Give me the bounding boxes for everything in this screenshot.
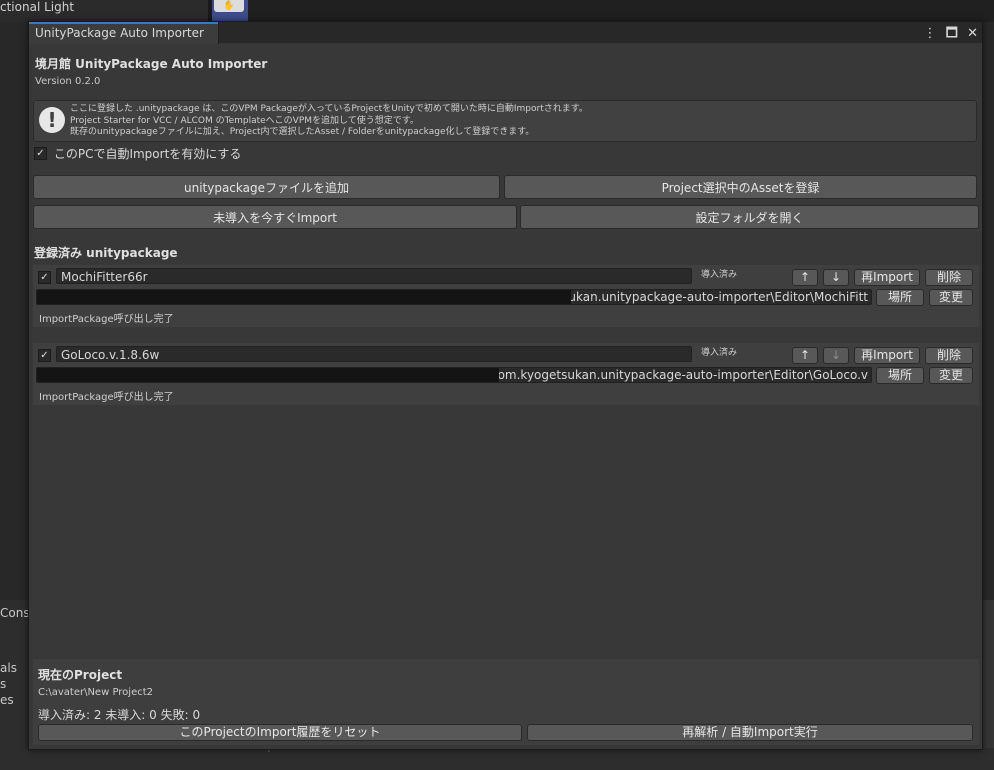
- move-down-button[interactable]: ↓: [823, 347, 849, 364]
- window-controls: ⋮ 🗖 ✕: [918, 24, 978, 46]
- redacted-path: [37, 290, 571, 304]
- project-item[interactable]: s: [0, 677, 6, 691]
- project-item[interactable]: es: [0, 693, 14, 707]
- locate-button[interactable]: 場所: [876, 367, 924, 384]
- entry-enabled-checkbox[interactable]: ✓: [38, 349, 51, 362]
- auto-import-label: このPCで自動Importを有効にする: [53, 147, 242, 161]
- import-now-button[interactable]: 未導入を今すぐImport: [33, 205, 517, 229]
- project-item[interactable]: als: [0, 661, 17, 675]
- tab-accent: [29, 22, 218, 24]
- reset-history-button[interactable]: このProjectのImport履歴をリセット: [38, 724, 522, 741]
- registered-heading: 登録済み unitypackage: [34, 246, 178, 260]
- register-selected-asset-button[interactable]: Project選択中のAssetを登録: [504, 175, 977, 199]
- entry-note: ImportPackage呼び出し完了: [39, 392, 174, 403]
- entry-status: 導入済み: [701, 270, 738, 280]
- project-browser-strip: [30, 748, 994, 770]
- package-name-field[interactable]: MochiFitter66r: [56, 268, 692, 284]
- entry-note: ImportPackage呼び出し完了: [39, 314, 174, 325]
- package-path-field[interactable]: getsukan.unitypackage-auto-importer\Edit…: [36, 289, 872, 305]
- open-settings-folder-button[interactable]: 設定フォルダを開く: [520, 205, 979, 229]
- entry-enabled-checkbox[interactable]: ✓: [38, 271, 51, 284]
- current-project-panel: 現在のProject C:\avater\New Project2 導入済み: …: [33, 659, 979, 745]
- version-label: Version 0.2.0: [35, 76, 101, 87]
- window-tab-title: UnityPackage Auto Importer: [35, 26, 204, 40]
- reimport-button[interactable]: 再Import: [854, 269, 920, 286]
- reanalyze-button[interactable]: 再解析 / 自動Import実行: [527, 724, 973, 741]
- package-name-field[interactable]: GoLoco.v.1.8.6w: [56, 346, 692, 362]
- info-icon: !: [39, 107, 65, 133]
- hierarchy-panel: ctional Light: [0, 0, 208, 22]
- delete-button[interactable]: 削除: [925, 347, 973, 364]
- console-tab[interactable]: Cons: [0, 606, 30, 620]
- move-down-button[interactable]: ↓: [823, 269, 849, 286]
- package-path-text: getsukan.unitypackage-auto-importer\Edit…: [542, 290, 868, 304]
- hierarchy-item-directional-light[interactable]: ctional Light: [0, 0, 74, 14]
- reimport-button[interactable]: 再Import: [854, 347, 920, 364]
- window-titlebar[interactable]: UnityPackage Auto Importer ⋮ 🗖 ✕: [29, 22, 982, 46]
- help-line: Project Starter for VCC / ALCOM のTemplat…: [70, 115, 419, 126]
- delete-button[interactable]: 削除: [925, 269, 973, 286]
- current-project-path: C:\avater\New Project2: [38, 687, 154, 698]
- move-up-button[interactable]: ↑: [792, 269, 818, 286]
- locate-button[interactable]: 場所: [876, 289, 924, 306]
- help-line: ここに登録した .unitypackage は、このVPM Packageが入っ…: [70, 104, 588, 114]
- entry-status: 導入済み: [701, 348, 738, 358]
- auto-import-checkbox[interactable]: ✓: [34, 147, 47, 160]
- add-unitypackage-button[interactable]: unitypackageファイルを追加: [33, 175, 500, 199]
- current-project-title: 現在のProject: [38, 668, 123, 682]
- auto-import-toggle[interactable]: ✓ このPCで自動Importを有効にする: [34, 145, 241, 162]
- page-title: 境月館 UnityPackage Auto Importer: [35, 57, 268, 71]
- package-entry: ✓ MochiFitter66r 導入済み ↑ ↓ 再Import 削除 get…: [33, 265, 979, 327]
- more-menu-icon[interactable]: ⋮: [923, 26, 936, 41]
- auto-importer-window: UnityPackage Auto Importer ⋮ 🗖 ✕ 境月館 Uni…: [28, 21, 983, 750]
- hand-tool-icon[interactable]: ✋: [214, 0, 244, 12]
- window-tab[interactable]: UnityPackage Auto Importer: [29, 22, 219, 44]
- package-path-text: .0\com.kyogetsukan.unitypackage-auto-imp…: [475, 368, 868, 382]
- info-helpbox: ! ここに登録した .unitypackage は、このVPM Packageが…: [33, 100, 977, 142]
- redacted-path: [37, 368, 499, 382]
- change-button[interactable]: 変更: [929, 289, 973, 306]
- help-line: 既存のunitypackageファイルに加え、Project内で選択したAsse…: [70, 127, 535, 137]
- help-text: ここに登録した .unitypackage は、このVPM Packageが入っ…: [70, 104, 588, 139]
- package-path-field[interactable]: .0\com.kyogetsukan.unitypackage-auto-imp…: [36, 367, 872, 383]
- background-panel: [248, 0, 994, 22]
- maximize-icon[interactable]: 🗖: [946, 26, 958, 41]
- move-up-button[interactable]: ↑: [792, 347, 818, 364]
- import-stats: 導入済み: 2 未導入: 0 失敗: 0: [38, 708, 201, 722]
- package-entry: ✓ GoLoco.v.1.8.6w 導入済み ↑ ↓ 再Import 削除 .0…: [33, 343, 979, 405]
- change-button[interactable]: 変更: [929, 367, 973, 384]
- close-icon[interactable]: ✕: [967, 26, 978, 41]
